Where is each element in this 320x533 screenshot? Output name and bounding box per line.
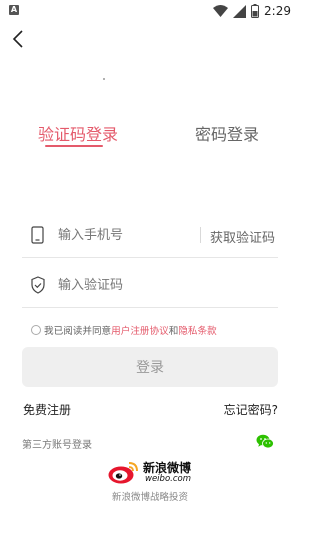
agreement-and: 和 xyxy=(168,326,179,337)
privacy-policy-link[interactable]: 隐私条款 xyxy=(178,323,216,337)
code-input[interactable] xyxy=(58,274,268,296)
login-button[interactable]: 登录 xyxy=(22,347,278,387)
wifi-icon xyxy=(213,5,229,17)
phone-input[interactable] xyxy=(58,224,208,246)
tab-password-login[interactable]: 密码登录 xyxy=(195,121,259,145)
agreement-prefix: 我已阅读并同意 xyxy=(44,326,112,337)
phone-icon xyxy=(31,226,44,244)
chevron-left-icon[interactable] xyxy=(8,28,30,50)
status-bar: A 2:29 xyxy=(0,0,300,22)
phone-field: 获取验证码 xyxy=(22,214,278,258)
active-tab-indicator xyxy=(45,145,103,147)
shield-check-icon xyxy=(31,276,45,294)
weibo-logo: 新浪微博 weibo.com xyxy=(107,457,193,487)
weibo-domain: weibo.com xyxy=(145,474,191,484)
status-icons: 2:29 xyxy=(213,3,291,19)
battery-icon xyxy=(251,4,260,18)
decorative-dot xyxy=(103,78,105,80)
register-link[interactable]: 免费注册 xyxy=(23,401,71,418)
tab-sms-login[interactable]: 验证码登录 xyxy=(38,121,118,145)
get-code-button[interactable]: 获取验证码 xyxy=(210,227,275,246)
user-agreement-link[interactable]: 用户注册协议 xyxy=(111,323,169,337)
field-divider xyxy=(200,227,201,243)
wechat-icon[interactable] xyxy=(256,434,274,449)
third-party-label: 第三方账号登录 xyxy=(22,440,92,451)
agreement-radio[interactable] xyxy=(31,325,41,335)
app-notification-icon: A xyxy=(9,5,19,15)
footer-tagline: 新浪微博战略投资 xyxy=(111,492,188,503)
weibo-icon xyxy=(108,462,138,484)
status-time: 2:29 xyxy=(264,4,291,18)
code-field xyxy=(22,264,278,308)
forgot-password-link[interactable]: 忘记密码? xyxy=(224,401,278,418)
signal-icon xyxy=(233,4,247,18)
agreement-row: 我已阅读并同意 用户注册协议 和 隐私条款 xyxy=(31,323,217,337)
